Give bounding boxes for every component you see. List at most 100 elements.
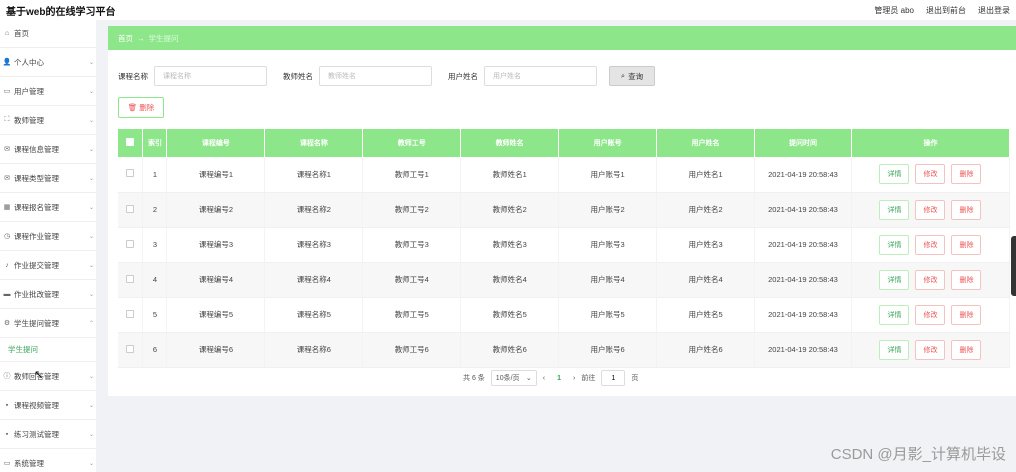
- sidebar-item-system[interactable]: ▭ 系统管理 ⌄: [0, 449, 96, 472]
- cell-index: 1: [142, 157, 168, 193]
- table-row: 4 课程编号4 课程名称4 教师工号4 教师姓名4 用户账号4 用户姓名4 20…: [118, 262, 1011, 298]
- sidebar-item-users[interactable]: ▭ 用户管理 ⌄: [0, 77, 96, 106]
- cell-course-name: 课程名称3: [264, 227, 364, 263]
- chevron-down-icon: ⌄: [88, 117, 94, 124]
- cell-time: 2021-04-19 20:58:43: [754, 262, 852, 298]
- delete-button[interactable]: 删除: [951, 199, 982, 220]
- logout-link[interactable]: 退出登录: [978, 5, 1010, 16]
- detail-button[interactable]: 详情: [879, 269, 910, 290]
- delete-button[interactable]: 删除: [951, 164, 982, 185]
- search-button[interactable]: ⌕ 查询: [609, 66, 655, 86]
- sidebar-item-grading[interactable]: ▬ 作业批改管理 ⌄: [0, 280, 96, 309]
- row-checkbox[interactable]: [126, 309, 135, 318]
- row-checkbox[interactable]: [126, 169, 135, 178]
- sidebar-item-tests[interactable]: ▪ 练习测试管理 ⌄: [0, 420, 96, 449]
- edit-button[interactable]: 修改: [915, 269, 946, 290]
- chevron-down-icon: ⌄: [88, 373, 94, 380]
- delete-button[interactable]: 删除: [951, 234, 982, 255]
- table-row: 3 课程编号3 课程名称3 教师工号3 教师姓名3 用户账号3 用户姓名3 20…: [118, 227, 1011, 263]
- user-name-label: 用户姓名: [448, 71, 478, 81]
- sidebar-item-answers[interactable]: ⓘ 教师回答管理 ⌄: [0, 362, 96, 391]
- detail-button[interactable]: 详情: [879, 164, 910, 185]
- table-row: 2 课程编号2 课程名称2 教师工号2 教师姓名2 用户账号2 用户姓名2 20…: [118, 192, 1011, 228]
- teacher-name-input[interactable]: [319, 66, 432, 86]
- edit-button[interactable]: 修改: [915, 234, 946, 255]
- cell-course-name: 课程名称6: [264, 332, 364, 368]
- cell-teacher-name: 教师姓名4: [460, 262, 560, 298]
- sidebar-item-videos[interactable]: ▪ 课程视频管理 ⌄: [0, 391, 96, 420]
- column-header: 用户账号: [558, 129, 658, 157]
- table-row: 5 课程编号5 课程名称5 教师工号5 教师姓名5 用户账号5 用户姓名5 20…: [118, 297, 1011, 333]
- edit-button[interactable]: 修改: [915, 304, 946, 325]
- cell-teacher-name: 教师姓名2: [460, 192, 560, 228]
- total-count: 共 6 条: [463, 375, 485, 382]
- sidebar-item-profile[interactable]: 👤 个人中心 ⌄: [0, 48, 96, 77]
- cell-course-no: 课程编号5: [166, 297, 266, 333]
- user-name-input[interactable]: [484, 66, 597, 86]
- sidebar-item-label: 课程类型管理: [14, 173, 59, 183]
- cell-teacher-name: 教师姓名1: [460, 157, 560, 193]
- sidebar-item-course-type[interactable]: ✉ 课程类型管理 ⌄: [0, 164, 96, 193]
- chevron-down-icon: ⌄: [88, 59, 94, 66]
- cell-user-account: 用户账号2: [558, 192, 658, 228]
- row-checkbox[interactable]: [126, 274, 135, 283]
- scrollbar-handle[interactable]: [1011, 236, 1016, 296]
- sidebar-item-enrollment[interactable]: ▦ 课程报名管理 ⌄: [0, 193, 96, 222]
- batch-delete-button[interactable]: 🗑 删除: [118, 97, 164, 118]
- sidebar-item-label: 系统管理: [14, 458, 44, 468]
- sidebar-item-home[interactable]: ⌂ 首页: [0, 20, 96, 48]
- row-actions: 详情 修改 删除: [852, 269, 1009, 290]
- back-to-front-link[interactable]: 退出到前台: [926, 5, 966, 16]
- detail-button[interactable]: 详情: [879, 339, 910, 360]
- sidebar-item-label: 作业提交管理: [14, 260, 59, 270]
- sidebar-item-submission[interactable]: ♪ 作业提交管理 ⌄: [0, 251, 96, 280]
- select-all-cell[interactable]: [118, 129, 144, 157]
- page-size-value: 10条/页: [495, 375, 520, 382]
- detail-button[interactable]: 详情: [879, 234, 910, 255]
- home-icon: ⌂: [4, 30, 10, 37]
- mail-icon: ✉: [4, 175, 10, 182]
- row-checkbox[interactable]: [126, 344, 135, 353]
- cell-index: 5: [142, 297, 168, 333]
- sidebar-item-questions[interactable]: ⚙ 学生提问管理 ⌃: [0, 309, 96, 338]
- mouse-cursor-icon: ↖: [34, 369, 44, 381]
- grid-icon: ▪: [5, 430, 9, 438]
- cell-time: 2021-04-19 20:58:43: [754, 297, 852, 333]
- page-size-select[interactable]: 10条/页 ⌄: [490, 370, 537, 386]
- course-name-input[interactable]: [154, 66, 267, 86]
- cell-teacher-name: 教师姓名5: [460, 297, 560, 333]
- goto-page-input[interactable]: [601, 370, 626, 386]
- row-checkbox[interactable]: [126, 204, 135, 213]
- edit-button[interactable]: 修改: [915, 339, 946, 360]
- delete-button[interactable]: 删除: [951, 269, 982, 290]
- cell-teacher-name: 教师姓名3: [460, 227, 560, 263]
- cell-user-name: 用户姓名4: [656, 262, 755, 298]
- row-actions: 详情 修改 删除: [852, 304, 1009, 325]
- cell-course-no: 课程编号4: [166, 262, 266, 298]
- detail-button[interactable]: 详情: [879, 304, 910, 325]
- table-row: 1 课程编号1 课程名称1 教师工号1 教师姓名1 用户账号1 用户姓名1 20…: [118, 157, 1011, 193]
- pagination: 共 6 条 10条/页 ⌄ ‹ 1 › 前往 页: [463, 370, 638, 386]
- chevron-down-icon: ⌄: [88, 175, 94, 182]
- sidebar-subitem-student-questions[interactable]: 学生提问: [0, 338, 96, 362]
- sidebar-item-label: 课程报名管理: [14, 202, 59, 212]
- edit-button[interactable]: 修改: [915, 164, 946, 185]
- delete-button[interactable]: 删除: [951, 304, 982, 325]
- cell-user-name: 用户姓名6: [656, 332, 755, 368]
- sidebar-item-homework[interactable]: ◷ 课程作业管理 ⌄: [0, 222, 96, 251]
- sidebar-item-course-info[interactable]: ✉ 课程信息管理 ⌄: [0, 135, 96, 164]
- current-page[interactable]: 1: [551, 375, 567, 382]
- prev-page-icon[interactable]: ‹: [543, 375, 545, 382]
- next-page-icon[interactable]: ›: [573, 375, 575, 382]
- chevron-down-icon: ⌄: [88, 431, 94, 438]
- select-all-checkbox[interactable]: [126, 138, 135, 146]
- delete-button[interactable]: 删除: [951, 339, 982, 360]
- breadcrumb-home[interactable]: 首页: [118, 33, 133, 44]
- detail-button[interactable]: 详情: [879, 199, 910, 220]
- sidebar-item-teachers[interactable]: ⛶ 教师管理 ⌄: [0, 106, 96, 135]
- edit-button[interactable]: 修改: [915, 199, 946, 220]
- questions-table: 索引 课程编号 课程名称 教师工号 教师姓名 用户账号 用户姓名 提问时间 操作…: [118, 129, 1011, 368]
- row-checkbox[interactable]: [126, 239, 135, 248]
- sidebar-item-label: 个人中心: [14, 57, 44, 67]
- chevron-down-icon: ⌄: [88, 402, 94, 409]
